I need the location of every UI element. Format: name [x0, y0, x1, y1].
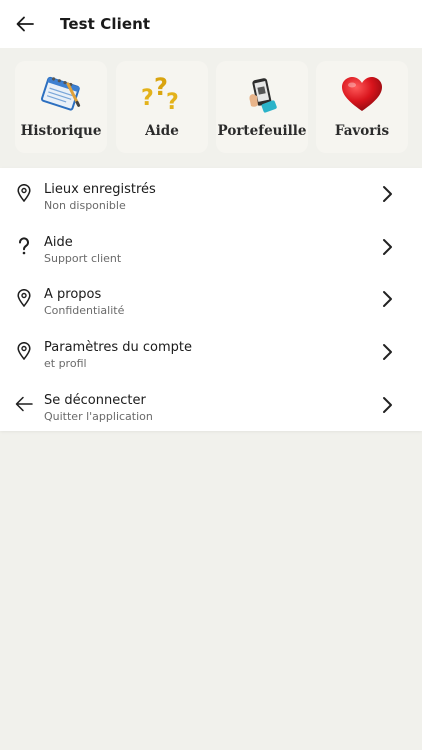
menu-item-title: Lieux enregistrés [44, 182, 156, 197]
quick-link-historique[interactable]: Historique [15, 61, 107, 153]
menu-item-title: Se déconnecter [44, 393, 146, 408]
menu-item-subtitle: Confidentialité [44, 304, 125, 317]
menu-item-aide[interactable]: Aide Support client [0, 221, 422, 273]
arrow-left-icon [16, 16, 34, 32]
quick-link-portefeuille[interactable]: Portefeuille [216, 61, 308, 153]
chevron-right-icon [383, 186, 392, 202]
menu-item-subtitle: Quitter l'application [44, 410, 153, 423]
menu-item-subtitle: Support client [44, 252, 122, 265]
chevron-right-icon [383, 397, 392, 413]
menu-item-parametres-du-compte[interactable]: Paramètres du compte et profil [0, 326, 422, 378]
account-menu: Lieux enregistrés Non disponible Aide Su… [0, 168, 422, 431]
heart-icon [342, 77, 382, 111]
back-button[interactable] [0, 0, 50, 48]
page-title: Test Client [60, 15, 151, 33]
phone-wallet-icon [249, 78, 277, 113]
menu-item-subtitle: et profil [44, 357, 87, 370]
quick-link-label: Favoris [334, 123, 390, 139]
quick-link-label: Portefeuille [217, 123, 307, 139]
svg-text:?: ? [166, 90, 179, 115]
menu-item-se-deconnecter[interactable]: Se déconnecter Quitter l'application [0, 379, 422, 431]
question-marks-icon: ? ? ? [141, 75, 179, 115]
quick-link-favoris[interactable]: Favoris [316, 61, 408, 153]
notepad-icon [40, 76, 81, 111]
menu-item-lieux-enregistres[interactable]: Lieux enregistrés Non disponible [0, 168, 422, 220]
quick-link-aide[interactable]: ? ? ? Aide [116, 61, 208, 153]
menu-item-title: Paramètres du compte [44, 340, 192, 355]
location-pin-icon [17, 184, 31, 202]
location-pin-icon [17, 342, 31, 360]
quick-link-label: Aide [145, 123, 179, 139]
menu-item-subtitle: Non disponible [44, 199, 126, 212]
chevron-right-icon [383, 239, 392, 255]
quick-link-label: Historique [20, 123, 102, 139]
location-pin-icon [17, 289, 31, 307]
quick-links: Historique ? ? ? Aide Portefeuille Favor… [0, 48, 422, 168]
svg-text:?: ? [141, 86, 154, 111]
menu-item-title: Aide [44, 235, 73, 250]
menu-item-a-propos[interactable]: A propos Confidentialité [0, 273, 422, 325]
top-app-bar: Test Client [0, 0, 422, 48]
chevron-right-icon [383, 344, 392, 360]
question-mark-icon [18, 237, 29, 255]
chevron-right-icon [383, 291, 392, 307]
menu-item-title: A propos [44, 287, 102, 302]
arrow-left-icon [15, 396, 33, 412]
